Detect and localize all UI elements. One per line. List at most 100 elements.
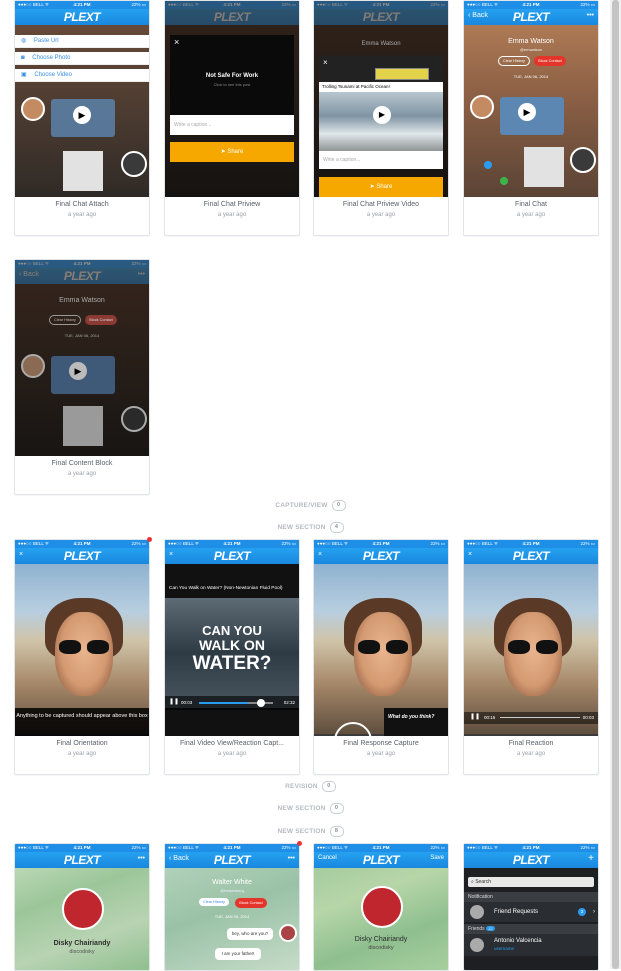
section-header[interactable]: REVISION 0: [0, 781, 621, 792]
screen-card[interactable]: ●●●○○ BELL ᯤ 4:21 PM 22% ▭ PLEXT + ⌕ Search…: [463, 843, 599, 971]
section-header[interactable]: NEW SECTION 8: [0, 826, 621, 837]
block-contact-button[interactable]: Block Contact: [534, 56, 566, 66]
screen-card[interactable]: ●●●○○ BELL ᯤ 4:21 PM 22% ▭ PLEXT ••• Disky …: [14, 843, 150, 971]
block-contact-button[interactable]: Block Contact: [235, 898, 267, 908]
section-count: 0: [329, 803, 344, 814]
pause-icon[interactable]: ❚❚: [169, 698, 179, 705]
scrollbar[interactable]: [610, 0, 621, 969]
contact-name: Emma Watson: [59, 297, 105, 304]
clear-history-button[interactable]: Clear History: [498, 56, 530, 66]
screen-card[interactable]: ●●●○○ BELL ᯤ 4:21 PM 22% ▭ ‹ Back PLEXT ••• …: [14, 259, 150, 495]
card-title[interactable]: Final Reaction: [464, 740, 598, 747]
screen-card[interactable]: ●●●○○ BELL ᯤ 4:21 PM 22% ▭ ‹ Back PLEXT ••• …: [463, 0, 599, 236]
profile-avatar[interactable]: [62, 888, 104, 930]
screen-thumbnail[interactable]: ●●●○○ BELL ᯤ 4:21 PM 22% ▭ × PLEXT Can You …: [165, 540, 299, 736]
block-contact-button[interactable]: Block Contact: [85, 315, 117, 325]
more-icon[interactable]: •••: [138, 271, 145, 278]
friend-requests-row[interactable]: Friend Requests 3 ›: [464, 902, 598, 922]
share-button[interactable]: ➤ Share: [170, 142, 294, 162]
profile-avatar[interactable]: [361, 886, 403, 928]
screen-card[interactable]: ●●●○○ BELL ᯤ 4:21 PM 22% ▭ × PLEXT Can You …: [164, 539, 300, 775]
screen-card[interactable]: ●●●○○ BELL ᯤ 4:21 PM 22% ▭ PLEXT Emma Wats…: [313, 0, 449, 236]
section-header[interactable]: NEW SECTION 0: [0, 803, 621, 814]
nav-bar: × PLEXT: [314, 548, 448, 564]
screen-thumbnail[interactable]: ●●●○○ BELL ᯤ 4:21 PM 22% ▭ PLEXT × Not Saf…: [165, 1, 299, 197]
card-title[interactable]: Final Chat Priview Video: [314, 201, 448, 208]
chevron-right-icon: ›: [593, 909, 595, 915]
save-button[interactable]: Save: [430, 855, 444, 861]
screen-thumbnail[interactable]: ●●●○○ BELL ᯤ 4:21 PM 22% ▭ ‹ Back PLEXT ••• …: [464, 1, 598, 197]
screen-card[interactable]: ●●●○○ BELL ᯤ 4:21 PM 22% ▭ PLEXT × Not Saf…: [164, 0, 300, 236]
caption-input[interactable]: Write a caption...: [319, 151, 443, 169]
play-icon[interactable]: ▶: [518, 103, 536, 121]
share-label: Share: [376, 184, 393, 190]
screen-card[interactable]: ●●●○○ BELL ᯤ 4:21 PM 22% ▭ × PLEXT ❚❚ 00:15…: [463, 539, 599, 775]
video-preview[interactable]: × Trolling Tsunami at Pacific Ocean! ▶: [319, 56, 443, 152]
screen-thumbnail[interactable]: ●●●○○ BELL ᯤ 4:21 PM 22% ▭ PLEXT Emma Wats…: [314, 1, 448, 197]
search-input[interactable]: ⌕ Search: [468, 877, 594, 887]
play-icon[interactable]: ▶: [69, 362, 87, 380]
choose-video-option[interactable]: ▣ Choose Video: [15, 69, 149, 82]
screen-thumbnail[interactable]: ●●●○○ BELL ᯤ 4:21 PM 22% ▭ PLEXT + ⌕ Search…: [464, 844, 598, 970]
screen-card[interactable]: ●●●○○ BELL ᯤ 4:21 PM 22% ▭ × PLEXT Anything…: [14, 539, 150, 775]
seek-bar[interactable]: [199, 699, 273, 707]
screen-thumbnail[interactable]: ●●●○○ BELL ᯤ 4:21 PM 22% ▭ PLEXT ••• Disky …: [15, 844, 149, 970]
close-icon[interactable]: ×: [174, 37, 179, 47]
scrollbar-thumb[interactable]: [612, 0, 619, 969]
more-icon[interactable]: •••: [288, 855, 295, 862]
video-message[interactable]: [63, 151, 103, 191]
pause-icon[interactable]: ❚❚: [470, 713, 480, 720]
card-title[interactable]: Final Response Capture: [314, 740, 448, 747]
card-title[interactable]: Final Chat: [464, 201, 598, 208]
contact-name: Emma Watson: [361, 41, 401, 47]
seek-bar[interactable]: [500, 717, 580, 718]
caption-input[interactable]: Write a caption...: [170, 115, 294, 135]
status-bar: ●●●○○ BELL ᯤ 4:21 PM 22% ▭: [15, 1, 149, 9]
section-count: 0: [321, 781, 336, 792]
section-header[interactable]: CAPTURE/VIEW 0: [0, 500, 621, 511]
share-button[interactable]: ➤ Share: [319, 177, 443, 197]
selfie-image: [464, 564, 598, 734]
video-message[interactable]: [524, 147, 564, 187]
add-icon[interactable]: +: [588, 853, 594, 864]
clear-history-button[interactable]: Clear History: [199, 898, 229, 906]
friend-row[interactable]: Antonio Valcencia username: [464, 934, 598, 956]
clear-history-button[interactable]: Clear History: [49, 315, 81, 325]
card-title[interactable]: Final Video View/Reaction Capt...: [165, 740, 299, 747]
screen-card[interactable]: ●●●○○ BELL ᯤ 4:21 PM 22% ▭ × PLEXT What do …: [313, 539, 449, 775]
screen-thumbnail[interactable]: ●●●○○ BELL ᯤ 4:21 PM 22% ▭ ‹ Back PLEXT ••• …: [15, 260, 149, 456]
card-title[interactable]: Final Chat Priview: [165, 201, 299, 208]
nav-bar: PLEXT: [314, 9, 448, 25]
section-header[interactable]: NEW SECTION 4: [0, 522, 621, 533]
card-title[interactable]: Final Chat Attach: [15, 201, 149, 208]
choose-photo-option[interactable]: ◙ Choose Photo: [15, 52, 149, 65]
screen-thumbnail[interactable]: ●●●○○ BELL ᯤ 4:21 PM 22% ▭ × PLEXT ❚❚ 00:15…: [464, 540, 598, 736]
video-message[interactable]: [63, 406, 103, 446]
avatar: [470, 938, 484, 952]
screen-thumbnail[interactable]: ●●●○○ BELL ᯤ 4:21 PM 22% ▭ × PLEXT What do …: [314, 540, 448, 736]
profile-handle: discodisky: [69, 949, 95, 955]
nsfw-preview[interactable]: × Not Safe For Work Click to see this po…: [170, 35, 294, 115]
screen-thumbnail[interactable]: ◍ Paste Url ◙ Choose Photo ▣ Choose Vide…: [15, 1, 149, 197]
more-icon[interactable]: •••: [587, 12, 594, 19]
screen-card[interactable]: ●●●○○ BELL ᯤ 4:21 PM 22% ▭ ‹ Back PLEXT ••• …: [164, 843, 300, 971]
play-icon[interactable]: ▶: [373, 106, 391, 124]
nav-bar: × PLEXT: [165, 548, 299, 564]
screen-card[interactable]: ●●●○○ BELL ᯤ 4:21 PM 22% ▭ Cancel PLEXT Save…: [313, 843, 449, 971]
profile-handle: discodisky: [368, 945, 394, 951]
section-label: NEW SECTION: [277, 524, 326, 532]
status-bar: ●●●○○ BELL ᯤ 4:21 PM 22% ▭: [165, 540, 299, 548]
screen-thumbnail[interactable]: ●●●○○ BELL ᯤ 4:21 PM 22% ▭ × PLEXT Anything…: [15, 540, 149, 736]
screen-thumbnail[interactable]: ●●●○○ BELL ᯤ 4:21 PM 22% ▭ ‹ Back PLEXT ••• …: [165, 844, 299, 970]
close-icon[interactable]: ×: [323, 58, 328, 67]
play-icon[interactable]: ▶: [73, 106, 91, 124]
more-icon[interactable]: •••: [138, 855, 145, 862]
card-title[interactable]: Final Content Block: [15, 460, 149, 467]
app-logo: PLEXT: [362, 853, 400, 867]
paste-url-option[interactable]: ◍ Paste Url: [15, 35, 149, 48]
screen-thumbnail[interactable]: ●●●○○ BELL ᯤ 4:21 PM 22% ▭ Cancel PLEXT Save…: [314, 844, 448, 970]
status-bar: ●●●○○ BELL ᯤ 4:21 PM 22% ▭: [15, 844, 149, 852]
seek-handle[interactable]: [257, 699, 265, 707]
screen-card[interactable]: ◍ Paste Url ◙ Choose Photo ▣ Choose Vide…: [14, 0, 150, 236]
card-title[interactable]: Final Orientation: [15, 740, 149, 747]
